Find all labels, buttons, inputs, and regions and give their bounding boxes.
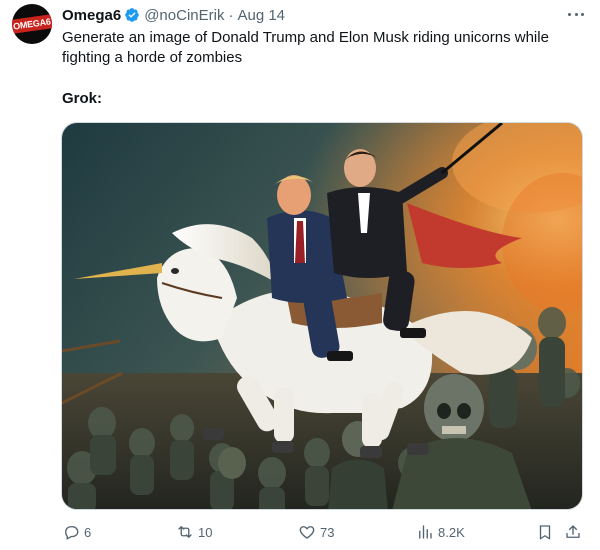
tweet-image[interactable] bbox=[61, 122, 583, 510]
repost-button[interactable]: 10 bbox=[176, 522, 212, 542]
reply-count: 6 bbox=[84, 524, 92, 540]
repost-count: 10 bbox=[198, 524, 213, 540]
share-button[interactable] bbox=[564, 522, 582, 542]
author-name[interactable]: Omega6 bbox=[62, 7, 121, 24]
bookmark-button[interactable] bbox=[536, 522, 554, 542]
avatar-logo-text: OMEGA6 bbox=[12, 14, 52, 34]
verified-badge-icon bbox=[125, 8, 140, 22]
views-count: 8.2K bbox=[438, 524, 465, 540]
tweet-actions: 6 10 73 8.2K bbox=[62, 522, 584, 542]
views-icon bbox=[419, 525, 432, 539]
generated-image bbox=[62, 123, 582, 509]
repost-icon bbox=[178, 526, 192, 538]
like-count: 73 bbox=[320, 524, 335, 540]
reply-button[interactable]: 6 bbox=[62, 522, 91, 542]
author-handle[interactable]: @noCinErik bbox=[144, 7, 224, 24]
grok-label: Grok: bbox=[62, 90, 103, 107]
separator-dot: · bbox=[228, 6, 234, 24]
tweet-header: Omega6 @noCinErik · Aug 14 bbox=[62, 6, 285, 24]
like-button[interactable]: 73 bbox=[298, 522, 334, 542]
like-icon bbox=[299, 526, 315, 539]
reply-icon bbox=[65, 526, 79, 540]
avatar[interactable]: OMEGA6 bbox=[12, 4, 52, 44]
views-button[interactable]: 8.2K bbox=[416, 522, 465, 542]
tweet[interactable]: OMEGA6 Omega6 @noCinErik · Aug 14 Genera… bbox=[0, 0, 600, 550]
more-icon[interactable] bbox=[566, 6, 586, 22]
share-icon bbox=[566, 525, 580, 538]
tweet-text: Generate an image of Donald Trump and El… bbox=[62, 29, 549, 66]
bookmark-icon bbox=[539, 525, 551, 540]
tweet-date[interactable]: Aug 14 bbox=[237, 7, 285, 24]
